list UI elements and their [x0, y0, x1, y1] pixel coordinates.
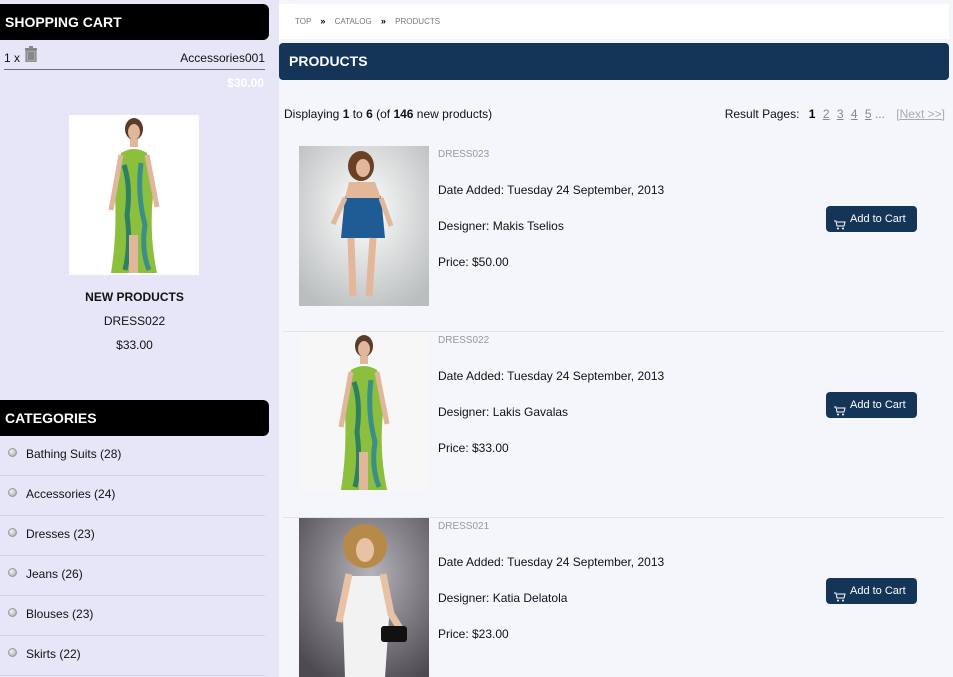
breadcrumb-separator: »	[320, 16, 326, 26]
shopping-cart-header: Shopping Cart	[0, 4, 269, 40]
category-label[interactable]: Skirts (22)	[26, 647, 81, 661]
categories-list: Bathing Suits (28) Accessories (24) Dres…	[0, 436, 265, 676]
product-designer: Designer: Katia Delatola	[438, 591, 568, 605]
sidebar: Shopping Cart 1 x Accessories001 $30.00	[0, 0, 269, 677]
displaying-to-word: to	[349, 107, 367, 121]
breadcrumb-separator: »	[380, 16, 386, 26]
breadcrumb: Top » Catalog » Products	[279, 4, 949, 39]
displaying-of-word: (of	[372, 107, 394, 121]
add-to-cart-button[interactable]: Add to Cart	[826, 578, 917, 604]
new-product-name[interactable]: DRESS022	[0, 314, 269, 328]
category-item[interactable]: Blouses (23)	[0, 596, 265, 636]
add-to-cart-button[interactable]: Add to Cart	[826, 392, 917, 418]
product-row: DRESS022 Date Added: Tuesday 24 Septembe…	[283, 332, 944, 518]
product-row: DRESS021 Date Added: Tuesday 24 Septembe…	[283, 518, 944, 677]
add-to-cart-button[interactable]: Add to Cart	[826, 206, 917, 232]
cart-total: $30.00	[227, 76, 264, 90]
product-image[interactable]	[299, 518, 429, 677]
cart-icon	[834, 214, 846, 230]
bullet-icon	[8, 648, 17, 657]
page-link[interactable]: 2	[823, 107, 830, 121]
product-row: DRESS023 Date Added: Tuesday 24 Septembe…	[283, 146, 944, 332]
category-label[interactable]: Jeans (26)	[26, 567, 83, 581]
displaying-suffix: new products)	[413, 107, 493, 121]
cart-line-item: 1 x Accessories001	[4, 46, 265, 70]
category-label[interactable]: Bathing Suits (28)	[26, 447, 121, 461]
product-code[interactable]: DRESS022	[438, 335, 489, 346]
product-image[interactable]	[299, 146, 429, 306]
page-title: Products	[279, 43, 949, 80]
cart-icon	[834, 400, 846, 416]
bullet-icon	[8, 488, 17, 497]
category-item[interactable]: Accessories (24)	[0, 476, 265, 516]
category-label[interactable]: Accessories (24)	[26, 487, 115, 501]
product-date: Date Added: Tuesday 24 September, 2013	[438, 369, 665, 383]
page-link[interactable]: 5	[865, 107, 872, 121]
categories-header: Categories	[0, 400, 269, 436]
product-designer: Designer: Makis Tselios	[438, 219, 564, 233]
trash-icon[interactable]	[24, 46, 38, 63]
cart-item-quantity: 1 x	[4, 51, 21, 65]
breadcrumb-top[interactable]: Top	[295, 17, 311, 26]
page-link[interactable]: 4	[851, 107, 858, 121]
product-date: Date Added: Tuesday 24 September, 2013	[438, 183, 665, 197]
product-image[interactable]	[299, 332, 429, 492]
product-price: Price: $50.00	[438, 255, 509, 269]
pagination-ellipsis: ...	[874, 107, 885, 121]
breadcrumb-products: Products	[395, 17, 441, 26]
bullet-icon	[8, 608, 17, 617]
main-content: Top » Catalog » Products Products Displa…	[279, 0, 953, 677]
bullet-icon	[8, 448, 17, 457]
product-code[interactable]: DRESS021	[438, 521, 489, 532]
pagination: Result Pages: 1 2 3 4 5 ... [Next >>]	[725, 107, 945, 121]
cart-item-link[interactable]: Accessories001	[180, 51, 265, 65]
result-pages-label: Result Pages:	[724, 107, 800, 121]
category-item[interactable]: Jeans (26)	[0, 556, 265, 596]
product-price: Price: $23.00	[438, 627, 509, 641]
new-products-title: New Products	[85, 290, 184, 304]
displaying-count: Displaying 1 to 6 (of 146 new products)	[284, 107, 492, 121]
product-designer: Designer: Lakis Gavalas	[438, 405, 569, 419]
category-item[interactable]: Bathing Suits (28)	[0, 436, 265, 476]
bullet-icon	[8, 528, 17, 537]
displaying-prefix: Displaying	[284, 107, 343, 121]
product-date: Date Added: Tuesday 24 September, 2013	[438, 555, 665, 569]
bullet-icon	[8, 568, 17, 577]
displaying-total: 146	[393, 107, 414, 121]
page-link[interactable]: 3	[837, 107, 844, 121]
new-product-image[interactable]	[69, 115, 199, 275]
breadcrumb-catalog[interactable]: Catalog	[335, 17, 372, 26]
category-item[interactable]: Skirts (22)	[0, 636, 265, 676]
displaying-to: 6	[366, 107, 373, 121]
add-to-cart-label: Add to Cart	[850, 585, 906, 597]
category-label[interactable]: Dresses (23)	[26, 527, 95, 541]
cart-icon	[834, 586, 846, 602]
next-page-link[interactable]: [Next >>]	[896, 107, 945, 121]
add-to-cart-label: Add to Cart	[850, 399, 906, 411]
category-label[interactable]: Blouses (23)	[26, 607, 93, 621]
page-link-current: 1	[808, 107, 816, 121]
category-item[interactable]: Dresses (23)	[0, 516, 265, 556]
new-product-price: $33.00	[116, 338, 153, 352]
product-code[interactable]: DRESS023	[438, 149, 489, 160]
add-to-cart-label: Add to Cart	[850, 213, 906, 225]
product-price: Price: $33.00	[438, 441, 509, 455]
